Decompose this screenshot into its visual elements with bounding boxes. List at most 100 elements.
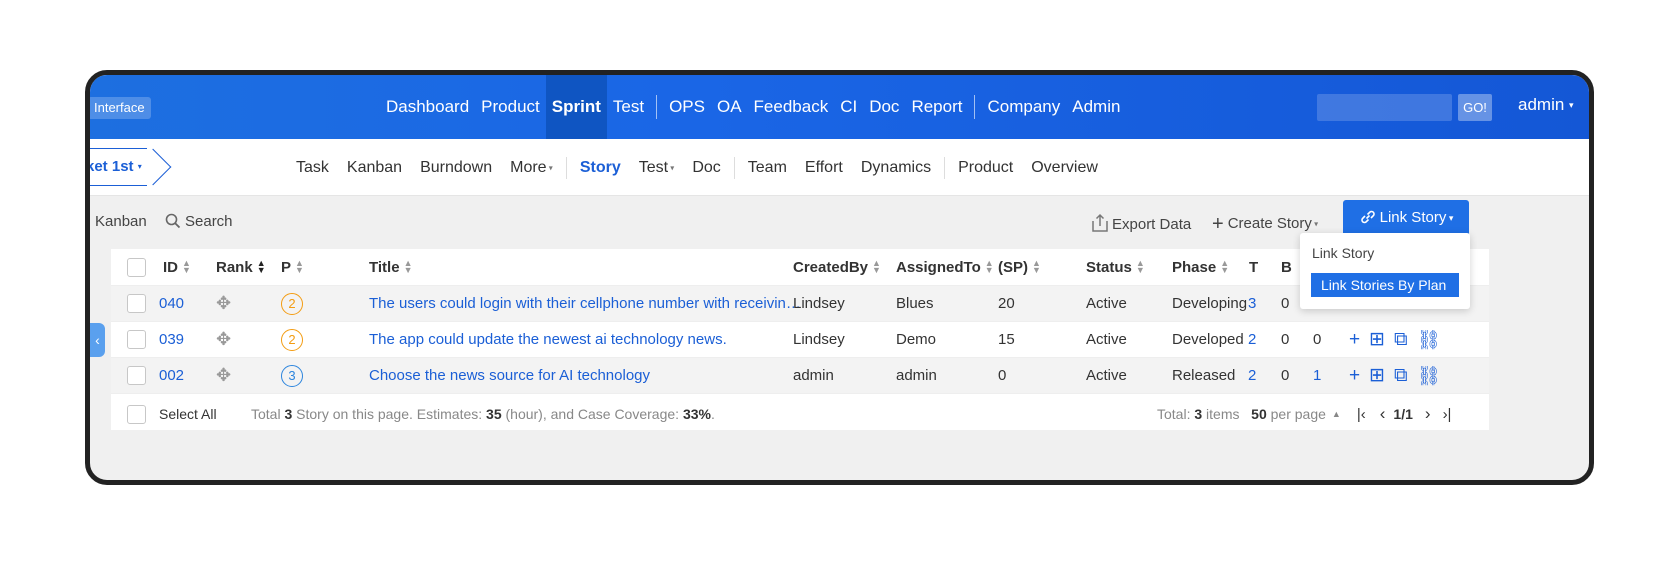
subnav-more[interactable]: More ▾	[501, 159, 562, 177]
batch-create-icon[interactable]: ⊞	[1369, 328, 1385, 351]
col-rank[interactable]: Rank ▲ ▼	[216, 249, 266, 285]
col-status[interactable]: Status ▲ ▼	[1086, 249, 1145, 285]
nav-ci[interactable]: CI	[834, 75, 863, 139]
subnav-kanban[interactable]: Kanban	[338, 159, 411, 177]
col-id[interactable]: ID ▲ ▼	[163, 249, 191, 285]
select-all-checkbox[interactable]	[127, 404, 146, 424]
next-page-icon[interactable]: ›	[1425, 404, 1431, 424]
sort-icon: ▲ ▼	[256, 258, 266, 275]
global-search-input[interactable]	[1317, 94, 1452, 121]
nav-test[interactable]: Test	[607, 75, 650, 139]
assigned-to[interactable]: admin	[896, 358, 937, 393]
col-assignedto-label: AssignedTo	[896, 258, 981, 276]
row-actions: + ⊞ ⧉ ⛓	[1349, 322, 1450, 357]
phase: Developing	[1172, 295, 1248, 312]
nav-oa[interactable]: OA	[711, 75, 748, 139]
page-summary: Total 3 Story on this page. Estimates: 3…	[251, 396, 715, 432]
subnav-product[interactable]: Product	[949, 159, 1022, 177]
story-id-link[interactable]: 039	[159, 322, 184, 357]
batch-create-icon[interactable]: ⊞	[1369, 364, 1385, 387]
case-count-link[interactable]: 1	[1313, 358, 1321, 393]
assigned-to[interactable]: Blues	[896, 286, 934, 321]
col-title[interactable]: Title ▲ ▼	[369, 249, 413, 285]
summary-text: Total	[251, 406, 281, 422]
last-page-icon[interactable]: ›|	[1443, 406, 1452, 423]
unlink-icon[interactable]: ⛓	[1417, 364, 1441, 388]
coverage-value: 33%	[682, 406, 711, 422]
sidebar-toggle[interactable]: ‹	[90, 323, 105, 357]
per-page-label[interactable]: per page	[1271, 406, 1326, 422]
assigned-to[interactable]: Demo	[896, 322, 936, 357]
status: Active	[1086, 367, 1127, 384]
table-row[interactable]: 002 ✥ 3 Choose the news source for AI te…	[111, 358, 1489, 394]
nav-dashboard[interactable]: Dashboard	[380, 75, 475, 139]
per-page-value[interactable]: 50	[1251, 406, 1267, 422]
table-row[interactable]: 040 ✥ 2 The users could login with their…	[111, 286, 1489, 322]
add-task-icon[interactable]: +	[1349, 365, 1360, 387]
nav-report[interactable]: Report	[905, 75, 968, 139]
task-count-link[interactable]: 3	[1248, 286, 1256, 321]
add-task-icon[interactable]: +	[1349, 329, 1360, 351]
nav-company[interactable]: Company	[981, 75, 1066, 139]
task-count-link[interactable]: 2	[1248, 358, 1256, 393]
task-count-link[interactable]: 2	[1248, 322, 1256, 357]
row-checkbox[interactable]	[127, 366, 146, 385]
row-checkbox[interactable]	[127, 294, 146, 313]
col-sp[interactable]: (SP) ▲ ▼	[998, 249, 1041, 285]
phase: Released	[1172, 367, 1236, 384]
menu-item-link-stories-by-plan[interactable]: Link Stories By Plan	[1311, 273, 1459, 297]
subnav-test[interactable]: Test ▾	[630, 159, 684, 177]
split-icon[interactable]: ⧉	[1394, 365, 1408, 387]
table-row[interactable]: 039 ✥ 2 The app could update the newest …	[111, 322, 1489, 358]
menu-item-link-story[interactable]: Link Story	[1312, 245, 1374, 261]
col-assignedto[interactable]: AssignedTo ▲ ▼	[896, 249, 994, 285]
split-icon[interactable]: ⧉	[1394, 329, 1408, 351]
subnav-team[interactable]: Team	[739, 159, 796, 177]
export-icon	[1092, 213, 1108, 232]
story-title-link[interactable]: The app could update the newest ai techn…	[369, 322, 727, 357]
brand-logo[interactable]: Interface	[90, 97, 151, 119]
kanban-toggle[interactable]: Kanban	[95, 213, 147, 230]
nav-product[interactable]: Product	[475, 75, 546, 139]
col-priority[interactable]: P ▲ ▼	[281, 249, 304, 285]
col-createdby[interactable]: CreatedBy ▲ ▼	[793, 249, 881, 285]
link-story-button[interactable]: Link Story ▾	[1343, 200, 1469, 236]
story-title-link[interactable]: The users could login with their cellpho…	[369, 286, 801, 321]
story-id-link[interactable]: 040	[159, 286, 184, 321]
story-table: ID ▲ ▼ Rank ▲ ▼ P ▲ ▼ Title ▲ ▼ CreatedBy ▲ ▼ Assi…	[111, 249, 1489, 430]
search-toggle[interactable]: Search	[165, 213, 233, 230]
col-sp-label: (SP)	[998, 258, 1028, 276]
go-button[interactable]: GO!	[1458, 94, 1492, 121]
subnav-effort[interactable]: Effort	[796, 159, 852, 177]
nav-doc[interactable]: Doc	[863, 75, 905, 139]
subnav-dynamics[interactable]: Dynamics	[852, 159, 940, 177]
subnav-overview[interactable]: Overview	[1022, 159, 1107, 177]
drag-handle-icon[interactable]: ✥	[216, 286, 231, 321]
col-phase[interactable]: Phase ▲ ▼	[1172, 249, 1229, 285]
breadcrumb-sprint[interactable]: ket 1st ▾	[90, 148, 142, 186]
first-page-icon[interactable]: |‹	[1357, 406, 1366, 423]
prev-page-icon[interactable]: ‹	[1380, 404, 1386, 424]
story-id-link[interactable]: 002	[159, 358, 184, 393]
story-points: 15	[998, 331, 1015, 348]
subnav-task[interactable]: Task	[287, 159, 338, 177]
chevron-up-icon[interactable]: ▲	[1332, 409, 1341, 419]
link-story-dropdown: Link Story Link Stories By Plan	[1300, 233, 1470, 309]
nav-ops[interactable]: OPS	[663, 75, 711, 139]
user-menu[interactable]: admin ▾	[1518, 95, 1574, 115]
subnav-burndown[interactable]: Burndown	[411, 159, 501, 177]
subnav-story[interactable]: Story	[571, 159, 630, 177]
nav-feedback[interactable]: Feedback	[748, 75, 835, 139]
drag-handle-icon[interactable]: ✥	[216, 322, 231, 357]
nav-admin[interactable]: Admin	[1066, 75, 1126, 139]
total-items: 3	[1194, 406, 1203, 422]
drag-handle-icon[interactable]: ✥	[216, 358, 231, 393]
story-title-link[interactable]: Choose the news source for AI technology	[369, 358, 650, 393]
select-all-label[interactable]: Select All	[159, 396, 217, 432]
nav-sprint[interactable]: Sprint	[545, 75, 607, 139]
export-data-button[interactable]: Export Data	[1090, 213, 1191, 233]
subnav-doc[interactable]: Doc	[683, 159, 729, 177]
select-all-header-checkbox[interactable]	[127, 257, 146, 277]
unlink-icon[interactable]: ⛓	[1417, 328, 1441, 352]
row-checkbox[interactable]	[127, 330, 146, 349]
